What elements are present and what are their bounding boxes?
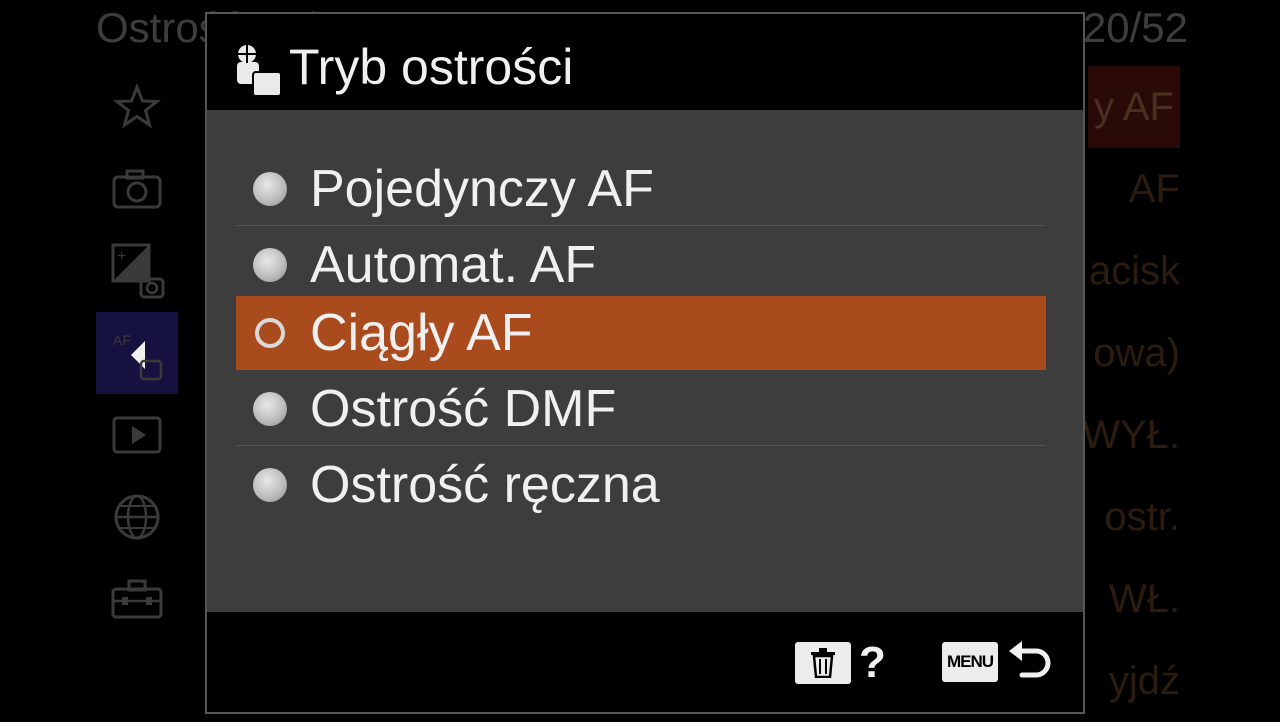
divider — [236, 225, 1046, 226]
option-list: Pojedynczy AF Automat. AF Ciągły AF Ostr… — [207, 110, 1083, 612]
background-value: AF — [1128, 166, 1180, 211]
svg-text:AF: AF — [113, 332, 131, 348]
option-label: Ostrość DMF — [310, 380, 617, 438]
back-button[interactable]: MENU — [942, 638, 1052, 686]
background-value: acisk — [1088, 248, 1180, 293]
background-value: WŁ. — [1108, 576, 1180, 621]
dialog-title: Tryb ostrości — [289, 39, 574, 95]
option-dmf[interactable]: Ostrość DMF — [236, 372, 1046, 446]
focus-mode-dialog: Tryb ostrości Pojedynczy AF Automat. AF … — [205, 12, 1085, 714]
option-single-af[interactable]: Pojedynczy AF — [236, 152, 1046, 226]
background-value: ostr. — [1104, 494, 1180, 539]
option-automatic-af[interactable]: Automat. AF — [236, 228, 1046, 302]
tab-shooting[interactable] — [96, 148, 178, 230]
background-value: y AF — [1087, 66, 1180, 148]
menu-button-label: MENU — [942, 642, 998, 682]
option-continuous-af[interactable]: Ciągły AF — [236, 296, 1046, 370]
tab-favorites[interactable] — [96, 66, 178, 148]
radio-selected-icon — [255, 318, 285, 348]
playback-icon — [112, 416, 162, 454]
return-arrow-icon — [1009, 641, 1051, 678]
toolbox-icon — [111, 579, 163, 619]
af-focus-icon: AF — [113, 332, 163, 381]
exposure-icon: + — [111, 243, 165, 299]
network-globe-icon — [114, 494, 160, 540]
tab-network[interactable] — [96, 476, 178, 558]
background-page-indicator: 20/52 — [1082, 4, 1188, 51]
tab-focus[interactable]: AF — [96, 312, 178, 394]
help-label: ? — [859, 638, 886, 687]
background-value: WYŁ. — [1082, 412, 1180, 457]
star-icon — [113, 83, 161, 129]
trash-icon — [811, 648, 835, 678]
option-label: Pojedynczy AF — [310, 160, 654, 218]
tab-exposure[interactable]: + — [96, 230, 178, 312]
svg-text:+: + — [117, 248, 126, 265]
radio-unselected-icon — [253, 468, 287, 502]
tab-playback[interactable] — [96, 394, 178, 476]
divider — [236, 445, 1046, 446]
radio-unselected-icon — [253, 392, 287, 426]
tab-setup[interactable] — [96, 558, 178, 640]
option-label: Ostrość ręczna — [310, 456, 660, 514]
camera-screen: Ostrość AF/MF 20/52 + — [0, 0, 1280, 722]
option-manual-focus[interactable]: Ostrość ręczna — [236, 448, 1046, 522]
option-label: Automat. AF — [310, 236, 597, 294]
help-button[interactable]: ? — [795, 640, 886, 686]
radio-unselected-icon — [253, 248, 287, 282]
dialog-header: Tryb ostrości — [207, 14, 1083, 110]
radio-unselected-icon — [253, 172, 287, 206]
background-value: owa) — [1093, 330, 1180, 375]
option-label: Ciągły AF — [310, 304, 533, 362]
trash-button-icon — [795, 642, 851, 684]
focus-mode-icon — [237, 45, 282, 97]
camera-icon — [112, 169, 162, 209]
dialog-footer: ? MENU — [207, 612, 1083, 712]
background-value: yjdź — [1108, 658, 1180, 703]
